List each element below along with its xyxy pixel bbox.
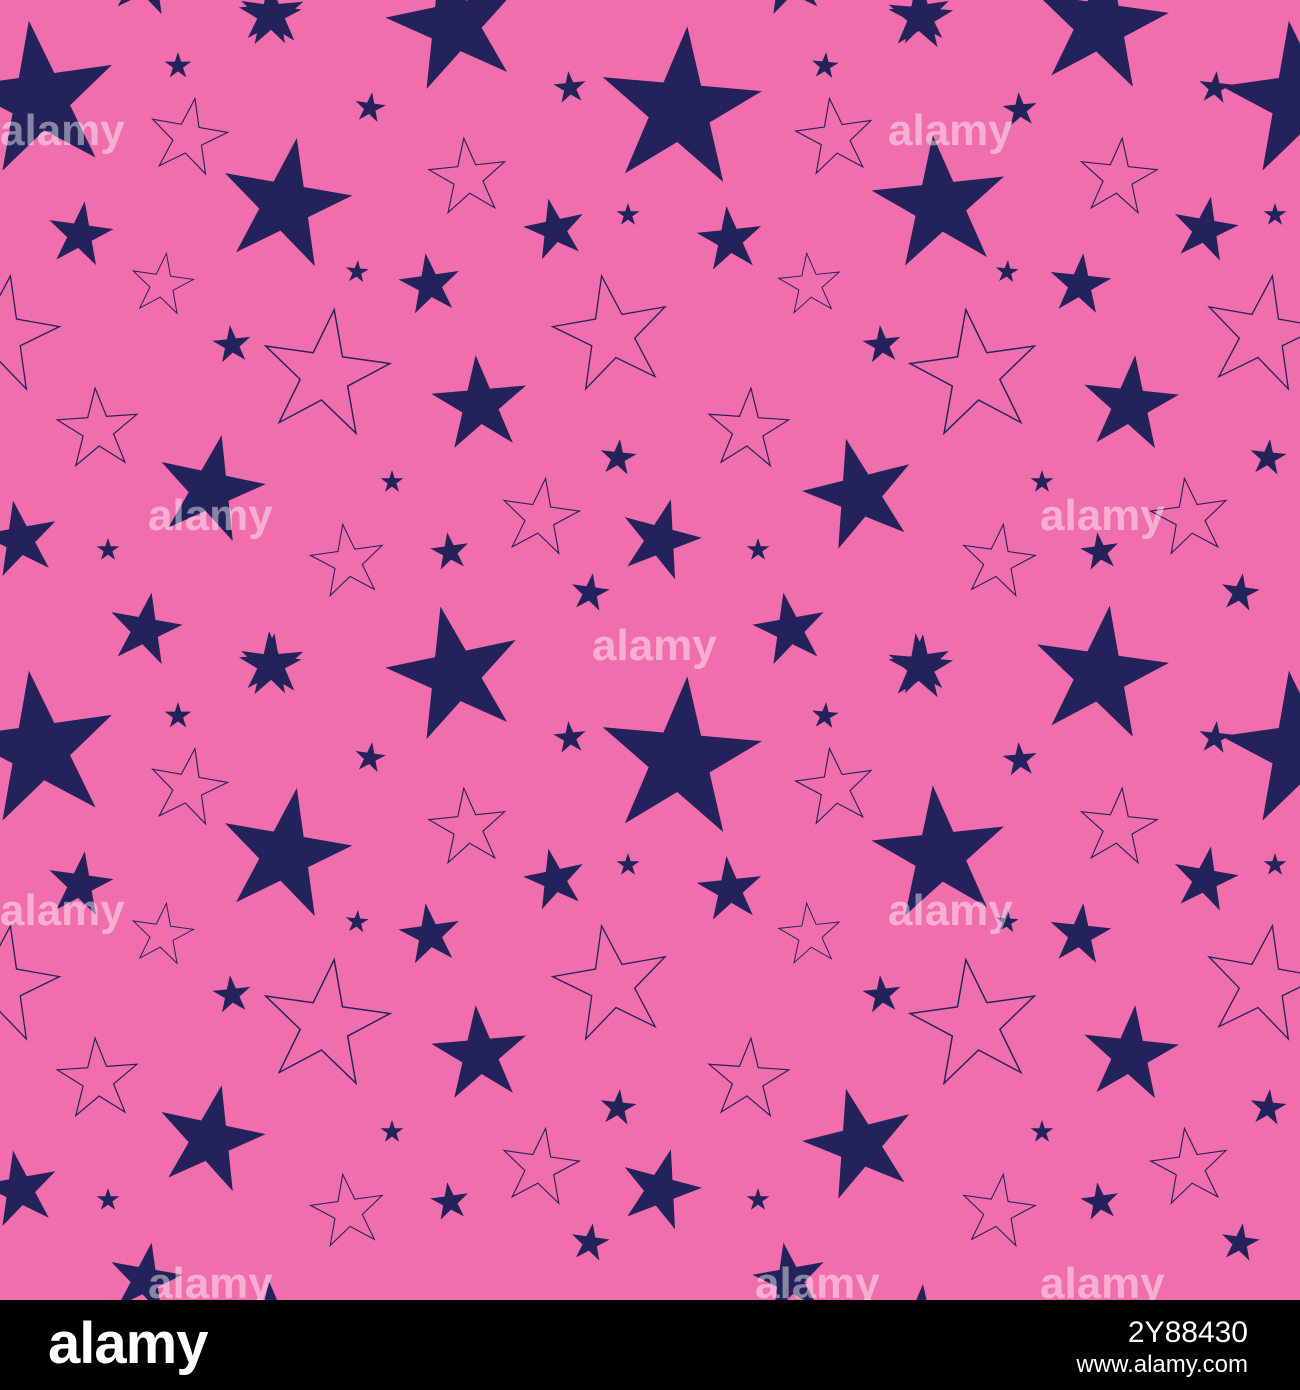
watermark-text: alamy [0, 106, 125, 155]
watermark-text: alamy [888, 886, 1013, 935]
site-url[interactable]: www.alamy.com [1076, 1350, 1248, 1380]
watermark-text: alamy [1040, 1259, 1165, 1300]
star-pattern: alamy alamy alamy alamy alamy alamy alam… [0, 0, 1300, 1300]
footer-bar: alamy 2Y88430 www.alamy.com [0, 1300, 1300, 1390]
pattern-canvas: alamy alamy alamy alamy alamy alamy alam… [0, 0, 1300, 1300]
watermark-text: alamy [0, 886, 125, 935]
watermark-text: alamy [148, 491, 273, 540]
brand-logo[interactable]: alamy [48, 1310, 208, 1377]
watermark-text: alamy [888, 106, 1013, 155]
watermark-text: alamy [148, 1259, 273, 1300]
watermark-text: alamy [592, 621, 717, 670]
watermark-text: alamy [755, 1259, 880, 1300]
image-id: 2Y88430 [1127, 1316, 1248, 1349]
watermark-text: alamy [1040, 491, 1165, 540]
image-info: 2Y88430 www.alamy.com [1076, 1316, 1248, 1380]
